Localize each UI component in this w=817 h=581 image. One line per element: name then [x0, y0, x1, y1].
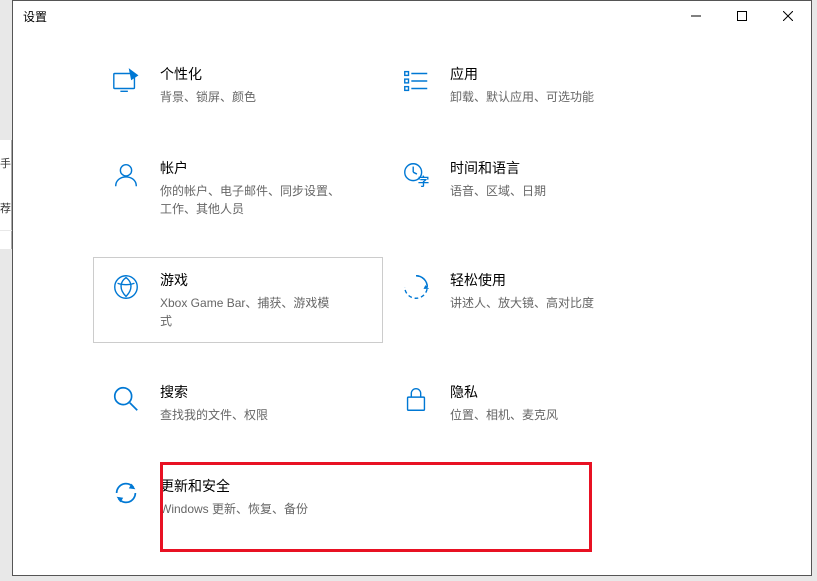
- category-label: 个性化: [160, 64, 256, 84]
- category-desc: 位置、相机、麦克风: [450, 406, 558, 424]
- maximize-button[interactable]: [719, 1, 765, 31]
- category-label: 帐户: [160, 158, 340, 178]
- minimize-button[interactable]: [673, 1, 719, 31]
- close-button[interactable]: [765, 1, 811, 31]
- categories-grid: 个性化 背景、锁屏、颜色 应用 卸载、默认应用、可选功能: [13, 31, 811, 557]
- category-accounts[interactable]: 帐户 你的帐户、电子邮件、同步设置、工作、其他人员: [93, 145, 383, 231]
- category-desc: Xbox Game Bar、捕获、游戏模式: [160, 294, 340, 330]
- category-desc: 你的帐户、电子邮件、同步设置、工作、其他人员: [160, 182, 340, 218]
- titlebar[interactable]: 设置: [13, 1, 811, 31]
- category-desc: Windows 更新、恢复、备份: [160, 500, 308, 518]
- svg-text:字: 字: [418, 174, 429, 188]
- category-privacy[interactable]: 隐私 位置、相机、麦克风: [383, 369, 673, 437]
- accounts-icon: [108, 160, 144, 196]
- privacy-icon: [398, 384, 434, 420]
- gaming-icon: [108, 272, 144, 308]
- time-language-icon: 字: [398, 160, 434, 196]
- category-desc: 背景、锁屏、颜色: [160, 88, 256, 106]
- search-icon: [108, 384, 144, 420]
- personalization-icon: [108, 66, 144, 102]
- window-title: 设置: [13, 8, 47, 25]
- category-label: 游戏: [160, 270, 340, 290]
- category-ease-of-access[interactable]: 轻松使用 讲述人、放大镜、高对比度: [383, 257, 673, 343]
- category-label: 时间和语言: [450, 158, 546, 178]
- apps-icon: [398, 66, 434, 102]
- category-apps[interactable]: 应用 卸载、默认应用、可选功能: [383, 51, 673, 119]
- category-label: 更新和安全: [160, 476, 308, 496]
- category-personalization[interactable]: 个性化 背景、锁屏、颜色: [93, 51, 383, 119]
- side-text-b: 荐: [0, 200, 11, 216]
- category-label: 搜索: [160, 382, 268, 402]
- settings-window: 设置 个性化 背景、锁屏、颜色: [12, 0, 812, 576]
- category-gaming[interactable]: 游戏 Xbox Game Bar、捕获、游戏模式: [93, 257, 383, 343]
- category-desc: 卸载、默认应用、可选功能: [450, 88, 594, 106]
- update-security-icon: [108, 478, 144, 514]
- category-desc: 语音、区域、日期: [450, 182, 546, 200]
- category-label: 轻松使用: [450, 270, 594, 290]
- category-desc: 查找我的文件、权限: [160, 406, 268, 424]
- category-label: 应用: [450, 64, 594, 84]
- category-update-security[interactable]: 更新和安全 Windows 更新、恢复、备份: [93, 463, 383, 531]
- category-desc: 讲述人、放大镜、高对比度: [450, 294, 594, 312]
- category-label: 隐私: [450, 382, 558, 402]
- category-time-language[interactable]: 字 时间和语言 语音、区域、日期: [383, 145, 673, 231]
- side-text-a: 手: [0, 155, 11, 171]
- category-search[interactable]: 搜索 查找我的文件、权限: [93, 369, 383, 437]
- ease-of-access-icon: [398, 272, 434, 308]
